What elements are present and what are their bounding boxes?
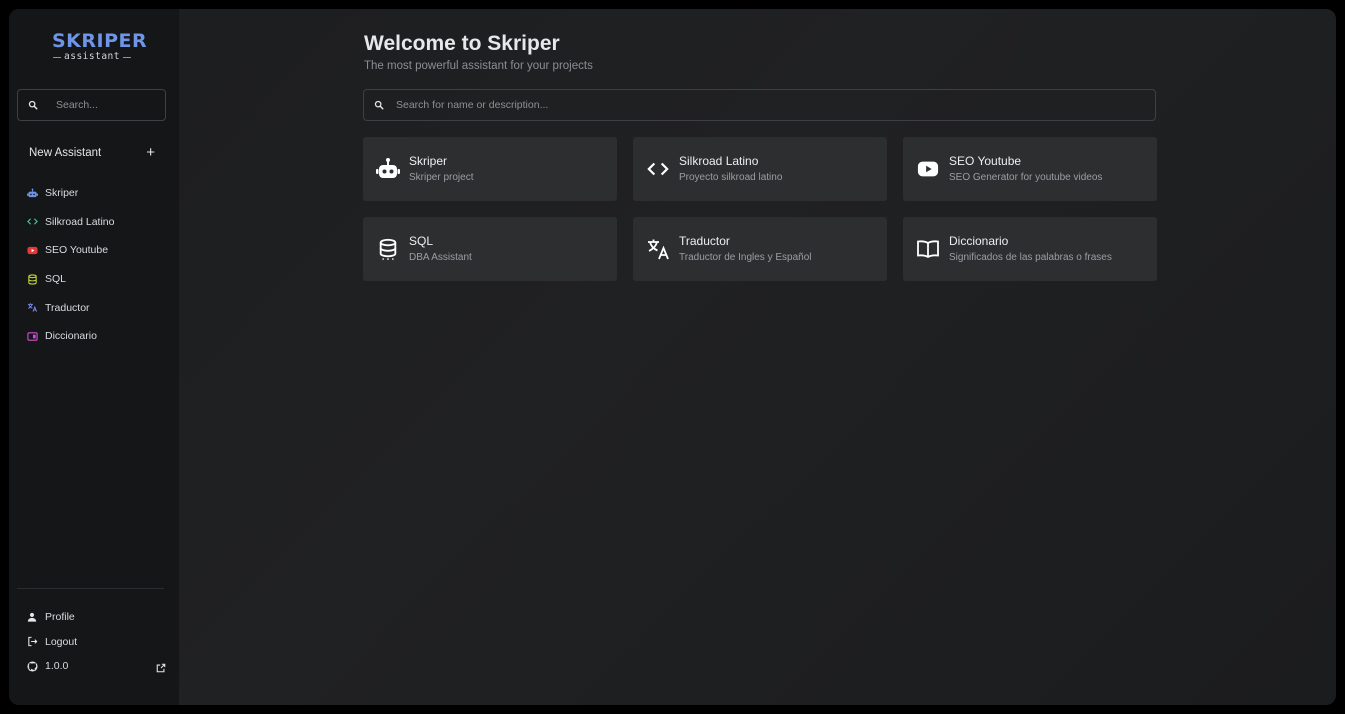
page-subtitle: The most powerful assistant for your pro… [364, 60, 593, 72]
logo-line-right [122, 56, 131, 58]
sidebar-footer: Profile Logout 1.0.0 [26, 605, 166, 679]
sidebar-search-input[interactable] [54, 98, 158, 112]
profile-link[interactable]: Profile [26, 605, 166, 630]
sidebar-item-label: Diccionario [45, 330, 97, 343]
user-icon [26, 611, 38, 623]
logo-line-left [53, 56, 61, 58]
new-assistant-label: New Assistant [29, 147, 102, 159]
github-icon [26, 660, 38, 672]
logout-link[interactable]: Logout [26, 630, 166, 655]
assistant-card-traductor[interactable]: Traductor Traductor de Ingles y Español [633, 217, 887, 281]
database-icon [375, 236, 401, 262]
card-text: Diccionario Significados de las palabras… [949, 234, 1112, 264]
logo-sub-text: assistant [64, 51, 120, 62]
sidebar-divider [17, 588, 164, 589]
sidebar-item-label: Traductor [45, 301, 90, 314]
card-text: Traductor Traductor de Ingles y Español [679, 234, 811, 264]
card-title: Diccionario [949, 234, 1009, 248]
sidebar-item-label: Silkroad Latino [45, 215, 115, 228]
database-icon [26, 273, 38, 285]
sidebar-search [17, 89, 166, 121]
card-text: Silkroad Latino Proyecto silkroad latino [679, 154, 782, 184]
assistant-card-diccionario[interactable]: Diccionario Significados de las palabras… [903, 217, 1157, 281]
card-title: Traductor [679, 234, 730, 248]
assistant-card-skriper[interactable]: Skriper Skriper project [363, 137, 617, 201]
assistant-card-seo-youtube[interactable]: SEO Youtube SEO Generator for youtube vi… [903, 137, 1157, 201]
assistant-search-input[interactable] [394, 98, 1098, 112]
search-icon [374, 100, 384, 110]
sidebar-item-seo-youtube[interactable]: SEO Youtube [26, 236, 166, 265]
logo-sub: assistant [52, 52, 132, 62]
card-description: Proyecto silkroad latino [679, 172, 783, 183]
plus-icon: + [146, 144, 155, 161]
card-description: SEO Generator for youtube videos [949, 172, 1103, 183]
code-icon [26, 216, 38, 228]
card-text: Skriper Skriper project [409, 154, 473, 184]
assistant-card-sql[interactable]: SQL DBA Assistant [363, 217, 617, 281]
card-description: Traductor de Ingles y Español [679, 252, 812, 263]
sidebar-item-traductor[interactable]: Traductor [26, 293, 166, 322]
logo-main-text: SKRIPER [52, 30, 148, 52]
card-title: Silkroad Latino [679, 154, 759, 168]
sidebar-item-skriper[interactable]: Skriper [26, 179, 166, 208]
card-title: Skriper [409, 154, 448, 168]
version-link[interactable]: 1.0.0 [26, 654, 166, 679]
new-assistant-button[interactable]: New Assistant + [29, 144, 155, 162]
sidebar-item-label: SQL [45, 273, 67, 286]
translate-icon [26, 302, 38, 314]
book-icon [915, 236, 941, 262]
sidebar-item-diccionario[interactable]: Diccionario [26, 322, 166, 351]
youtube-icon [26, 244, 38, 256]
robot-icon [375, 156, 401, 182]
sidebar-item-sql[interactable]: SQL [26, 265, 166, 294]
youtube-icon [915, 156, 941, 182]
sidebar-item-silkroad-latino[interactable]: Silkroad Latino [26, 208, 166, 237]
logout-label: Logout [45, 635, 78, 648]
logout-icon [26, 636, 38, 648]
sidebar-item-label: Skriper [45, 187, 79, 200]
translate-icon [645, 236, 671, 262]
card-description: Skriper project [409, 172, 474, 183]
card-description: Significados de las palabras o frases [949, 252, 1112, 263]
version-label: 1.0.0 [45, 660, 69, 673]
sidebar-item-label: SEO Youtube [45, 244, 109, 257]
card-title: SQL [409, 234, 434, 248]
external-link-icon[interactable] [156, 660, 166, 678]
profile-label: Profile [45, 611, 75, 624]
card-description: DBA Assistant [409, 252, 472, 263]
page-title: Welcome to Skriper [364, 32, 560, 55]
card-title: SEO Youtube [949, 154, 1022, 168]
search-icon [28, 100, 38, 110]
card-text: SEO Youtube SEO Generator for youtube vi… [949, 154, 1102, 184]
app-logo[interactable]: SKRIPER assistant [52, 30, 148, 62]
assistant-cards-grid: Skriper Skriper project Silkroad Latino … [363, 137, 1157, 281]
code-icon [645, 156, 671, 182]
card-text: SQL DBA Assistant [409, 234, 472, 264]
assistant-search [363, 89, 1156, 121]
app-window: SKRIPER assistant New Assistant + [9, 9, 1336, 705]
robot-icon [26, 187, 38, 199]
book-icon [26, 330, 38, 342]
assistant-card-silkroad-latino[interactable]: Silkroad Latino Proyecto silkroad latino [633, 137, 887, 201]
sidebar: SKRIPER assistant New Assistant + [9, 9, 179, 705]
sidebar-assistant-list: Skriper Silkroad Latino SEO Youtube SQL [26, 179, 166, 351]
